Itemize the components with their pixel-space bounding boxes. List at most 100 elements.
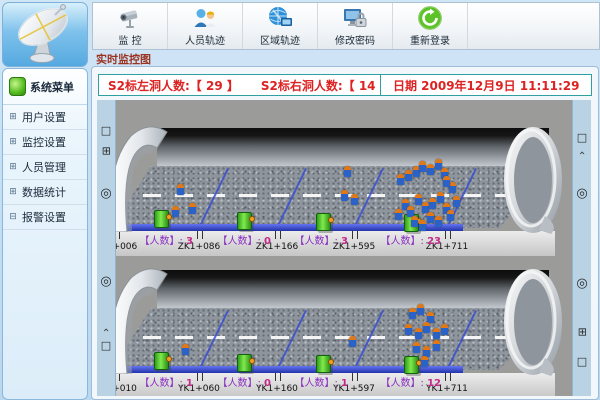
tunnel-stage: ZK1+006ZK1+086【人数】: 3ZK1+166【人数】: 0ZK1+5… (97, 100, 591, 396)
person-icon (405, 170, 412, 181)
toolbar-button-personnel-track[interactable]: 人员轨迹 (168, 3, 243, 49)
left-tunnel-count: S2标左洞人数:【 29 】 (108, 77, 239, 94)
sidebar: 系统菜单 ⊞ 用户设置 ⊞ 监控设置 ⊞ 人员管理 ⊞ 数据统计 ⊟ 报警设置 (2, 2, 87, 398)
sidebar-item-label: 数据统计 (22, 184, 66, 200)
reader-device-icon (404, 356, 419, 374)
person-icon (395, 209, 402, 220)
globe-icon (267, 5, 293, 31)
people-count-label: 【人数】: 1 (260, 374, 348, 389)
toolbar-button-relogin[interactable]: 重新登录 (393, 3, 468, 49)
reader-device-icon (237, 354, 252, 372)
road-center-line (143, 336, 547, 339)
expander-icon[interactable]: ⊟ (8, 212, 18, 222)
password-icon (342, 5, 368, 31)
person-icon (447, 210, 454, 221)
sidebar-item-4[interactable]: ⊞ 数据统计 (3, 180, 87, 205)
tunnel-road (111, 308, 557, 370)
tab-strip: 实时监控图 (90, 50, 600, 66)
person-icon (189, 203, 196, 214)
toolbar-button-change-password[interactable]: 修改密码 (318, 3, 393, 49)
person-icon (421, 356, 428, 367)
expander-icon[interactable]: ⊞ (8, 162, 18, 172)
person-icon (427, 212, 434, 223)
person-icon (449, 182, 456, 193)
sidebar-item-3[interactable]: ⊞ 人员管理 (3, 155, 87, 180)
sidebar-item-5[interactable]: ⊟ 报警设置 (3, 205, 87, 230)
target-icon[interactable]: ◎ (573, 278, 591, 290)
chainage-tick (445, 231, 451, 239)
square-icon[interactable]: □ (97, 125, 115, 137)
person-icon (409, 308, 416, 319)
person-icon (419, 161, 426, 172)
people-count-label: 【人数】: 12 (353, 374, 441, 389)
person-icon (349, 336, 356, 347)
expander-icon[interactable]: ⊞ (8, 137, 18, 147)
tunnel-diagram: □⊞◎◎‹□ □‹◎◎⊞□ ZK1+006ZK1+086【人数】: 3ZK1+1… (97, 100, 591, 396)
right-tunnel-count: S2标右洞人数:【 14 】 (261, 77, 382, 94)
people-icon (192, 5, 218, 31)
square-icon[interactable]: □ (97, 340, 115, 352)
person-icon (415, 328, 422, 339)
sidebar-menu-list: ⊞ 用户设置 ⊞ 监控设置 ⊞ 人员管理 ⊞ 数据统计 ⊟ 报警设置 (3, 105, 87, 230)
person-icon (423, 322, 430, 333)
person-icon (437, 192, 444, 203)
person-icon (417, 304, 424, 315)
toolbar-button-label: 修改密码 (335, 32, 375, 47)
toolbar-button-monitor[interactable]: 监 控 (93, 3, 168, 49)
people-count-label: 【人数】: 0 (183, 232, 271, 247)
tunnel-wall (157, 270, 549, 308)
person-icon (429, 198, 436, 209)
person-icon (415, 194, 422, 205)
person-icon (435, 216, 442, 227)
toolbar-button-label: 人员轨迹 (185, 32, 225, 47)
toolbar-button-label: 重新登录 (410, 32, 450, 47)
toolbar-button-label: 区域轨迹 (260, 32, 300, 47)
target-icon[interactable]: ◎ (97, 276, 115, 288)
content-panel: S2标左洞人数:【 29 】 S2标右洞人数:【 14 】 日期 2009年12… (91, 66, 599, 400)
expander-icon[interactable]: ⊞ (8, 112, 18, 122)
grid-icon[interactable]: ⊞ (100, 142, 112, 160)
grid-icon[interactable]: ⊞ (576, 323, 588, 341)
arrow-icon[interactable]: ‹ (576, 144, 588, 162)
tunnel-counts: S2标左洞人数:【 29 】 S2标右洞人数:【 14 】 (99, 75, 381, 95)
target-icon[interactable]: ◎ (573, 188, 591, 200)
satellite-dish-logo (3, 3, 87, 65)
person-icon (397, 174, 404, 185)
reader-device-icon (316, 213, 331, 231)
toolbar: 监 控人员轨迹 区域轨迹 修改密码 重新登录 (92, 2, 600, 50)
app-window: 系统菜单 ⊞ 用户设置 ⊞ 监控设置 ⊞ 人员管理 ⊞ 数据统计 ⊟ 报警设置 监 控人员轨迹 区域… (0, 0, 600, 400)
person-icon (441, 324, 448, 335)
sidebar-item-1[interactable]: ⊞ 用户设置 (3, 105, 87, 130)
sidebar-item-label: 报警设置 (22, 209, 66, 225)
person-icon (182, 344, 189, 355)
system-menu-icon (9, 77, 26, 96)
relogin-icon (417, 5, 443, 31)
right-icon-strip: □‹◎◎⊞□ (572, 100, 591, 396)
tab-realtime-monitor[interactable]: 实时监控图 (96, 51, 151, 67)
person-icon (341, 190, 348, 201)
system-menu-title: 系统菜单 (30, 79, 74, 95)
sidebar-item-2[interactable]: ⊞ 监控设置 (3, 130, 87, 155)
person-icon (411, 216, 418, 227)
person-icon (433, 340, 440, 351)
status-bar: S2标左洞人数:【 29 】 S2标右洞人数:【 14 】 日期 2009年12… (98, 74, 592, 96)
system-menu: 系统菜单 ⊞ 用户设置 ⊞ 监控设置 ⊞ 人员管理 ⊞ 数据统计 ⊟ 报警设置 (2, 68, 88, 400)
person-icon (413, 342, 420, 353)
sidebar-item-label: 人员管理 (22, 159, 66, 175)
tunnel-exit (501, 126, 569, 240)
system-menu-header: 系统菜单 (3, 69, 87, 105)
sidebar-item-label: 监控设置 (22, 134, 66, 150)
target-icon[interactable]: ◎ (97, 188, 115, 200)
toolbar-button-area-track[interactable]: 区域轨迹 (243, 3, 318, 49)
expander-icon[interactable]: ⊞ (8, 187, 18, 197)
people-count-label: 【人数】: 3 (260, 232, 348, 247)
square-icon[interactable]: □ (573, 356, 591, 368)
person-icon (433, 328, 440, 339)
person-icon (177, 184, 184, 195)
sidebar-item-label: 用户设置 (22, 109, 66, 125)
person-icon (351, 194, 358, 205)
square-icon[interactable]: □ (573, 132, 591, 144)
arrow-icon[interactable]: ‹ (100, 321, 112, 339)
reader-device-icon (316, 355, 331, 373)
person-icon (344, 166, 351, 177)
